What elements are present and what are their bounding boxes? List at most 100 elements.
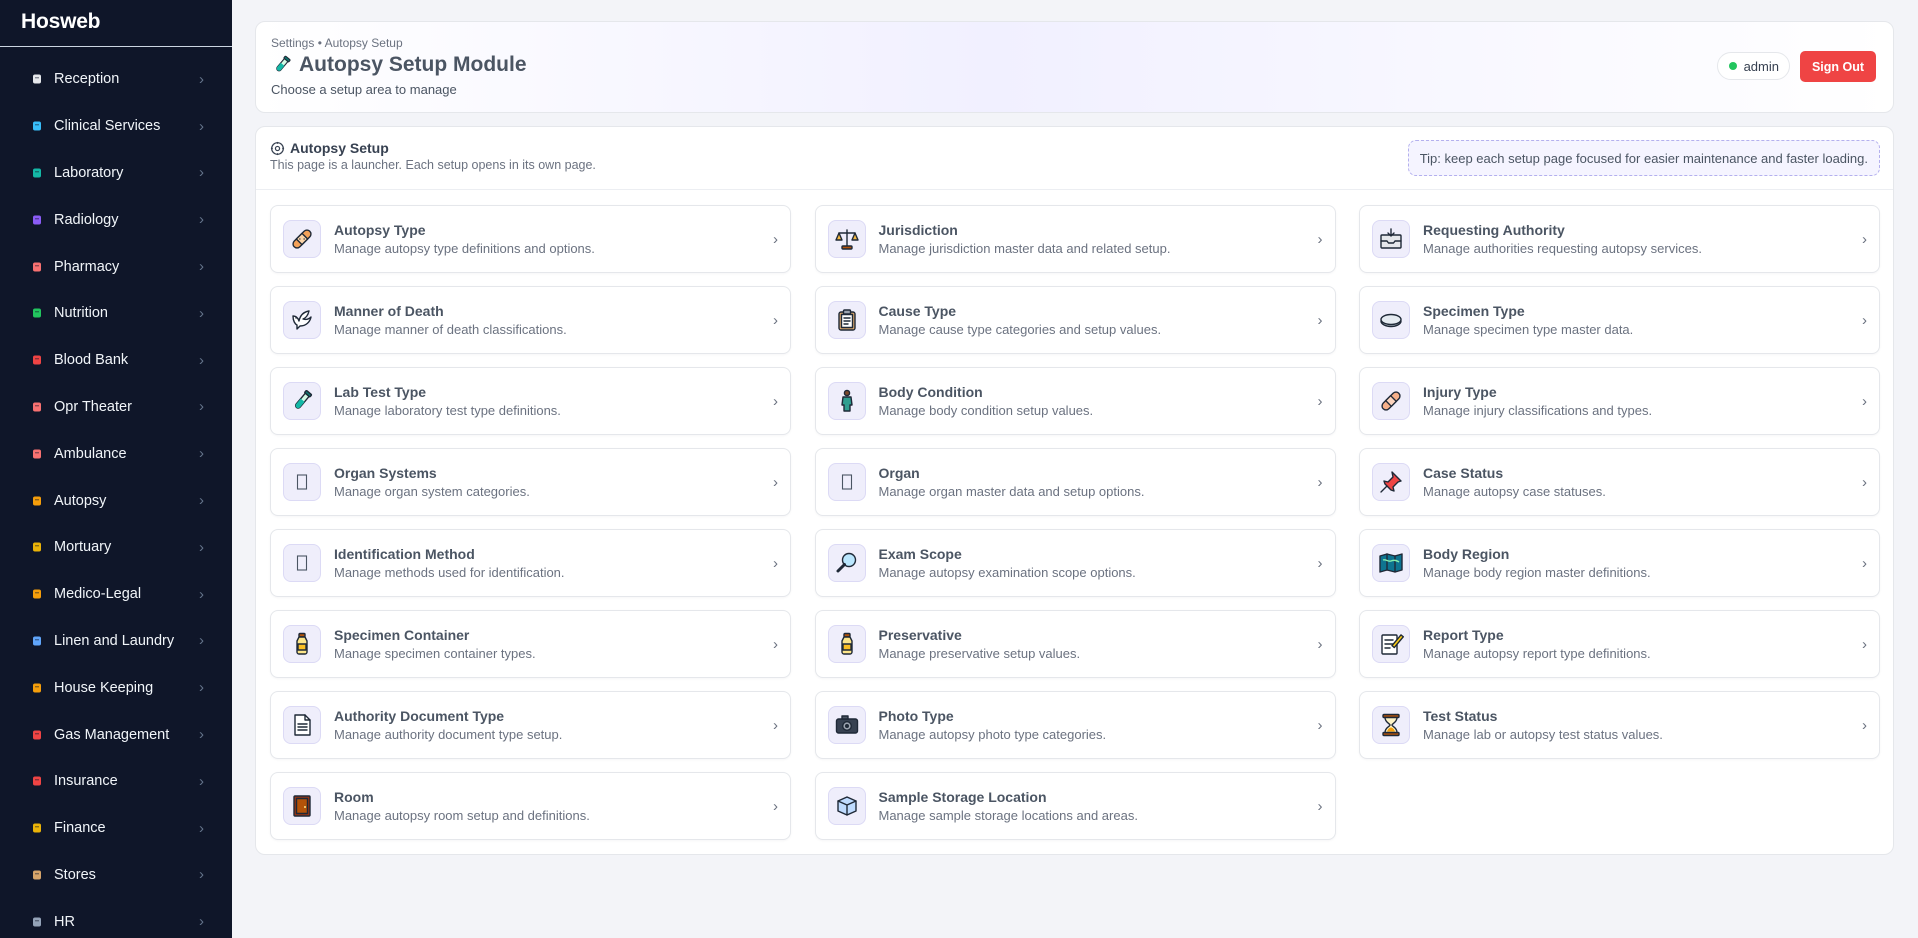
sidebar-item-insurance[interactable]: Insurance › (0, 758, 232, 805)
card-title: Room (334, 789, 374, 805)
sidebar-item-laboratory[interactable]: Laboratory › (0, 150, 232, 197)
door-icon (283, 787, 321, 825)
sidebar-item-label: Finance (54, 820, 106, 837)
missing-glyph-icon (283, 544, 321, 582)
sidebar-item-opr-theater[interactable]: Opr Theater › (0, 384, 232, 431)
sidebar-item-label: House Keeping (54, 679, 154, 696)
chevron-right-icon: › (199, 819, 204, 837)
chevron-right-icon: › (199, 772, 204, 790)
sidebar-item-stores[interactable]: Stores › (0, 852, 232, 899)
camera-icon (827, 706, 866, 744)
setup-card-photo-type[interactable]: Photo Type Manage autopsy photo type cate… (814, 691, 1336, 759)
setup-card-injury-type[interactable]: Injury Type Manage injury classifications… (1359, 367, 1880, 435)
sidebar-item-label: Radiology (54, 211, 119, 228)
sidebar-item-label: Blood Bank (54, 352, 129, 369)
sidebar-item-label: Mortuary (54, 539, 112, 556)
sidebar-item-linen-and-laundry[interactable]: Linen and Laundry › (0, 618, 232, 665)
money-bag-icon (30, 821, 44, 835)
setup-card-organ[interactable]: Organ Manage organ master data and setup … (814, 448, 1336, 516)
setup-card-specimen-type[interactable]: Specimen Type Manage specimen type master… (1359, 286, 1880, 354)
card-title: Organ Systems (334, 465, 437, 481)
sidebar-item-label: Laboratory (54, 164, 124, 181)
chevron-right-icon: › (1862, 554, 1867, 572)
chevron-right-icon: › (1862, 716, 1867, 734)
chevron-right-icon: › (1317, 716, 1323, 734)
online-status-dot (1728, 62, 1737, 70)
chevron-right-icon: › (199, 117, 204, 135)
shield-icon (30, 774, 44, 788)
setup-card-lab-test-type[interactable]: Lab Test Type Manage laboratory test type… (270, 367, 791, 435)
sidebar-item-autopsy[interactable]: Autopsy › (0, 477, 232, 524)
setup-card-specimen-container[interactable]: Specimen Container Manage specimen contai… (270, 610, 791, 678)
chevron-right-icon: › (199, 164, 204, 182)
card-description: Manage cause type categories and setup v… (878, 322, 1162, 337)
sidebar-item-nutrition[interactable]: Nutrition › (0, 290, 232, 337)
people-icon (30, 915, 44, 929)
username: admin (1743, 58, 1779, 74)
setup-card-body-region[interactable]: Body Region Manage body region master def… (1359, 529, 1880, 597)
card-title: Lab Test Type (334, 384, 427, 400)
chevron-right-icon: › (773, 392, 778, 410)
card-title: Report Type (1423, 627, 1504, 643)
sidebar-item-finance[interactable]: Finance › (0, 805, 232, 852)
sidebar-item-mortuary[interactable]: Mortuary › (0, 524, 232, 571)
setup-card-grid: Autopsy Type Manage autopsy type definiti… (270, 205, 1880, 840)
card-description: Manage body condition setup values. (878, 403, 1094, 418)
chevron-right-icon: › (1317, 797, 1323, 815)
sidebar-item-ambulance[interactable]: Ambulance › (0, 430, 232, 477)
setup-card-case-status[interactable]: Case Status Manage autopsy case statuses.… (1359, 448, 1880, 516)
setup-card-sample-storage-location[interactable]: Sample Storage Location Manage sample sto… (814, 772, 1336, 840)
chevron-right-icon: › (773, 797, 778, 815)
card-title: Preservative (878, 627, 962, 643)
chevron-right-icon: › (1862, 311, 1867, 329)
ice-cube-icon (827, 787, 866, 825)
card-description: Manage preservative setup values. (878, 646, 1081, 661)
bandage-icon (30, 494, 44, 508)
setup-card-manner-of-death[interactable]: Manner of Death Manage manner of death cl… (270, 286, 791, 354)
sidebar-item-blood-bank[interactable]: Blood Bank › (0, 337, 232, 384)
sidebar-item-radiology[interactable]: Radiology › (0, 196, 232, 243)
setup-card-exam-scope[interactable]: Exam Scope Manage autopsy examination sco… (814, 529, 1336, 597)
user-badge[interactable]: admin (1716, 52, 1790, 80)
sign-out-button[interactable]: Sign Out (1800, 51, 1876, 82)
setup-card-autopsy-type[interactable]: Autopsy Type Manage autopsy type definiti… (270, 205, 791, 273)
sidebar-item-medico-legal[interactable]: Medico-Legal › (0, 571, 232, 618)
chevron-right-icon: › (199, 585, 204, 603)
setup-card-requesting-authority[interactable]: Requesting Authority Manage authorities r… (1359, 205, 1880, 273)
panel-title: Autopsy Setup (270, 140, 389, 156)
sidebar-item-clinical-services[interactable]: Clinical Services › (0, 103, 232, 150)
card-title: Case Status (1423, 465, 1504, 481)
card-description: Manage body region master definitions. (1423, 565, 1651, 580)
card-description: Manage autopsy report type definitions. (1423, 646, 1651, 661)
card-description: Manage authorities requesting autopsy se… (1423, 241, 1702, 256)
setup-card-cause-type[interactable]: Cause Type Manage cause type categories a… (814, 286, 1336, 354)
sidebar-item-pharmacy[interactable]: Pharmacy › (0, 243, 232, 290)
panel-header: Autopsy Setup This page is a launcher. E… (256, 127, 1893, 190)
setup-card-identification-method[interactable]: Identification Method Manage methods used… (270, 529, 791, 597)
card-description: Manage jurisdiction master data and rela… (878, 241, 1171, 256)
urn-icon (30, 540, 44, 554)
sidebar-item-label: Gas Management (54, 726, 170, 743)
setup-card-room[interactable]: Room Manage autopsy room setup and defini… (270, 772, 791, 840)
brand-logo[interactable]: Hosweb (0, 0, 232, 47)
setup-card-test-status[interactable]: Test Status Manage lab or autopsy test st… (1359, 691, 1880, 759)
card-title: Organ (878, 465, 920, 481)
memo-icon (1372, 625, 1410, 663)
sidebar-item-hr[interactable]: HR › (0, 898, 232, 938)
setup-card-body-condition[interactable]: Body Condition Manage body condition setu… (814, 367, 1336, 435)
sidebar-item-reception[interactable]: Reception › (0, 56, 232, 103)
sidebar-item-gas-management[interactable]: Gas Management › (0, 711, 232, 758)
chevron-right-icon: › (1862, 473, 1867, 491)
sidebar-item-house-keeping[interactable]: House Keeping › (0, 664, 232, 711)
box-icon (30, 868, 44, 882)
setup-card-authority-document-type[interactable]: Authority Document Type Manage authority … (270, 691, 791, 759)
stethoscope-icon (30, 119, 44, 133)
setup-card-report-type[interactable]: Report Type Manage autopsy report type de… (1359, 610, 1880, 678)
setup-card-organ-systems[interactable]: Organ Systems Manage organ system categor… (270, 448, 791, 516)
setup-card-jurisdiction[interactable]: Jurisdiction Manage jurisdiction master d… (814, 205, 1336, 273)
card-title: Specimen Container (334, 627, 470, 643)
chevron-right-icon: › (199, 679, 204, 697)
ambulance-icon (30, 447, 44, 461)
card-description: Manage specimen container types. (334, 646, 536, 661)
setup-card-preservative[interactable]: Preservative Manage preservative setup va… (814, 610, 1336, 678)
